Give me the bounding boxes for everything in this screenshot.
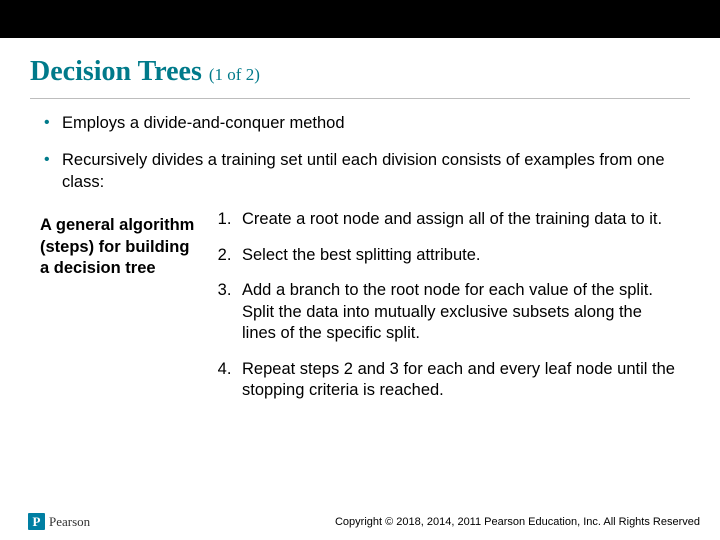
top-bar	[0, 0, 720, 38]
bullet-list: Employs a divide-and-conquer method Recu…	[40, 113, 680, 193]
slide-body: Employs a divide-and-conquer method Recu…	[0, 99, 720, 415]
two-column: A general algorithm (steps) for building…	[40, 209, 680, 415]
title-sub: (1 of 2)	[209, 65, 260, 84]
step-item: Select the best splitting attribute.	[236, 245, 680, 266]
step-item: Add a branch to the root node for each v…	[236, 280, 680, 344]
steps-list: Create a root node and assign all of the…	[210, 209, 680, 401]
title-main: Decision Trees	[30, 56, 202, 87]
left-heading: A general algorithm (steps) for building…	[40, 209, 210, 415]
slide-title: Decision Trees (1 of 2)	[0, 38, 720, 94]
bullet-item: Recursively divides a training set until…	[40, 150, 680, 193]
footer: P Pearson Copyright © 2018, 2014, 2011 P…	[0, 513, 720, 530]
step-text: Select the best splitting attribute.	[242, 246, 480, 264]
step-text: Create a root node and assign all of the…	[242, 210, 662, 228]
bullet-text: Recursively divides a training set until…	[62, 151, 665, 190]
logo-text: Pearson	[49, 514, 90, 530]
bullet-text: Employs a divide-and-conquer method	[62, 114, 345, 132]
step-item: Repeat steps 2 and 3 for each and every …	[236, 359, 680, 402]
step-text: Add a branch to the root node for each v…	[242, 281, 653, 342]
step-text: Repeat steps 2 and 3 for each and every …	[242, 360, 675, 399]
copyright-text: Copyright © 2018, 2014, 2011 Pearson Edu…	[335, 516, 700, 528]
logo-mark-icon: P	[28, 513, 45, 530]
right-column: Create a root node and assign all of the…	[210, 209, 680, 415]
step-item: Create a root node and assign all of the…	[236, 209, 680, 230]
publisher-logo: P Pearson	[28, 513, 90, 530]
bullet-item: Employs a divide-and-conquer method	[40, 113, 680, 134]
slide: Decision Trees (1 of 2) Employs a divide…	[0, 0, 720, 540]
